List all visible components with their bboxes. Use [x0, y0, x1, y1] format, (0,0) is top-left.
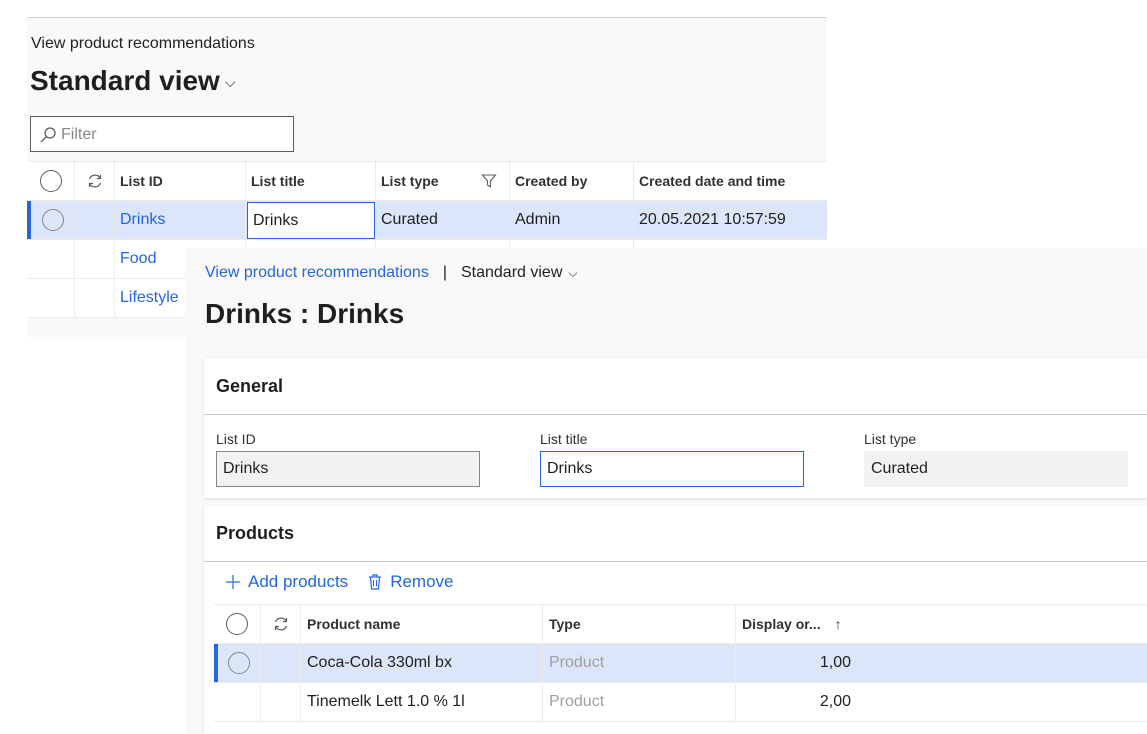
filter-icon [481, 174, 497, 189]
row-spacer [261, 683, 301, 721]
chevron-down-icon: ⌵ [224, 74, 236, 91]
row-radio[interactable] [41, 209, 64, 231]
breadcrumb-view-label: Standard view [460, 264, 563, 281]
list-title-input[interactable]: Drinks [540, 451, 804, 487]
row-spacer [261, 644, 301, 682]
list-title-cell[interactable]: Drinks [246, 201, 376, 239]
column-header-type[interactable]: Type [543, 605, 736, 643]
row-select[interactable] [27, 201, 75, 239]
column-header-created-by[interactable]: Created by [510, 162, 634, 200]
column-header-list-id[interactable]: List ID [115, 162, 246, 200]
table-row[interactable]: Tinemelk Lett 1.0 % 1l Product 2,00 [214, 683, 1147, 722]
products-grid-header: Product name Type Display or... ↑ [214, 604, 1147, 644]
list-id-field: List ID Drinks [216, 431, 480, 487]
breadcrumb: View product recommendations | Standard … [205, 264, 577, 282]
view-selector[interactable]: Standard view ⌵ [30, 65, 235, 97]
remove-button[interactable]: Remove [366, 572, 454, 592]
column-header-display-order[interactable]: Display or... ↑ [736, 605, 1147, 643]
products-grid: Product name Type Display or... ↑ Coca-C… [214, 604, 1147, 722]
column-header-list-type[interactable]: List type [376, 162, 510, 200]
refresh-header[interactable] [75, 162, 115, 200]
table-row[interactable]: Coca-Cola 330ml bx Product 1,00 [214, 644, 1147, 683]
refresh-icon[interactable] [272, 615, 290, 633]
created-date-cell: 20.05.2021 10:57:59 [639, 211, 786, 228]
select-all-radio[interactable] [39, 170, 62, 192]
remove-label: Remove [390, 572, 454, 591]
display-order-value: 2,00 [819, 693, 851, 710]
list-title-cell-input[interactable]: Drinks [247, 202, 375, 239]
add-products-button[interactable]: Add products [224, 572, 348, 592]
list-type-field: List type Curated [864, 431, 1128, 487]
list-id-link[interactable]: Drinks [115, 201, 246, 239]
display-order-cell[interactable]: 1,00 [736, 644, 1147, 682]
refresh-icon[interactable] [86, 172, 104, 190]
row-select[interactable] [214, 644, 261, 682]
product-name-cell[interactable]: Coca-Cola 330ml bx [301, 644, 543, 682]
select-all-header[interactable] [27, 162, 75, 200]
add-icon [226, 575, 240, 589]
list-type-cell: Curated [376, 201, 510, 239]
column-header-display-order-label: Display or... [742, 616, 821, 632]
row-select[interactable] [27, 240, 75, 278]
filter-box[interactable] [30, 116, 294, 152]
view-title: Standard view [30, 65, 220, 96]
column-header-list-title[interactable]: List title [246, 162, 376, 200]
filter-input[interactable] [61, 124, 286, 146]
row-select[interactable] [214, 683, 261, 721]
list-id-input[interactable]: Drinks [216, 451, 480, 487]
list-id-label: List ID [216, 431, 256, 447]
display-order-value: 1,00 [819, 654, 851, 671]
general-section: General List ID Drinks List title Drinks… [204, 358, 1147, 498]
add-products-label: Add products [248, 572, 349, 591]
page-caption: View product recommendations [31, 35, 255, 52]
trash-icon [369, 574, 382, 590]
breadcrumb-link[interactable]: View product recommendations [205, 264, 429, 282]
products-section: Products Add products Remove Product nam… [204, 506, 1147, 734]
display-order-cell[interactable]: 2,00 [736, 683, 1147, 721]
column-header-product-name[interactable]: Product name [301, 605, 543, 643]
refresh-header[interactable] [261, 605, 301, 643]
general-section-header[interactable]: General [204, 358, 1147, 415]
sort-ascending-icon: ↑ [834, 616, 842, 632]
breadcrumb-view-selector[interactable]: Standard view ⌵ [461, 264, 578, 282]
column-header-list-type-label: List type [381, 173, 439, 189]
product-name-cell[interactable]: Tinemelk Lett 1.0 % 1l [301, 683, 543, 721]
products-toolbar: Add products Remove [224, 572, 472, 592]
select-all-radio[interactable] [226, 613, 248, 635]
list-title-field: List title Drinks [540, 431, 804, 487]
row-spacer [75, 240, 115, 278]
list-type-value: Curated [864, 451, 1128, 487]
row-select[interactable] [27, 279, 75, 317]
chevron-down-icon: ⌵ [568, 266, 578, 280]
table-row[interactable]: Drinks Drinks Curated Admin 20.05.2021 1… [27, 201, 827, 240]
created-by-cell: Admin [510, 201, 634, 239]
products-section-header[interactable]: Products [204, 506, 1147, 562]
product-type-cell: Product [543, 644, 736, 682]
product-type-cell: Product [543, 683, 736, 721]
search-icon [40, 127, 56, 143]
detail-page: View product recommendations | Standard … [185, 248, 1147, 734]
list-title-label: List title [540, 431, 588, 447]
page-title: Drinks : Drinks [205, 298, 405, 329]
grid-header: List ID List title List type Created by … [27, 161, 827, 201]
select-all-header[interactable] [214, 605, 261, 643]
column-header-created-date[interactable]: Created date and time [634, 162, 827, 200]
list-type-label: List type [864, 431, 917, 447]
breadcrumb-separator: | [442, 264, 447, 281]
row-radio[interactable] [228, 652, 250, 674]
row-spacer [75, 279, 115, 317]
row-spacer [75, 201, 115, 239]
